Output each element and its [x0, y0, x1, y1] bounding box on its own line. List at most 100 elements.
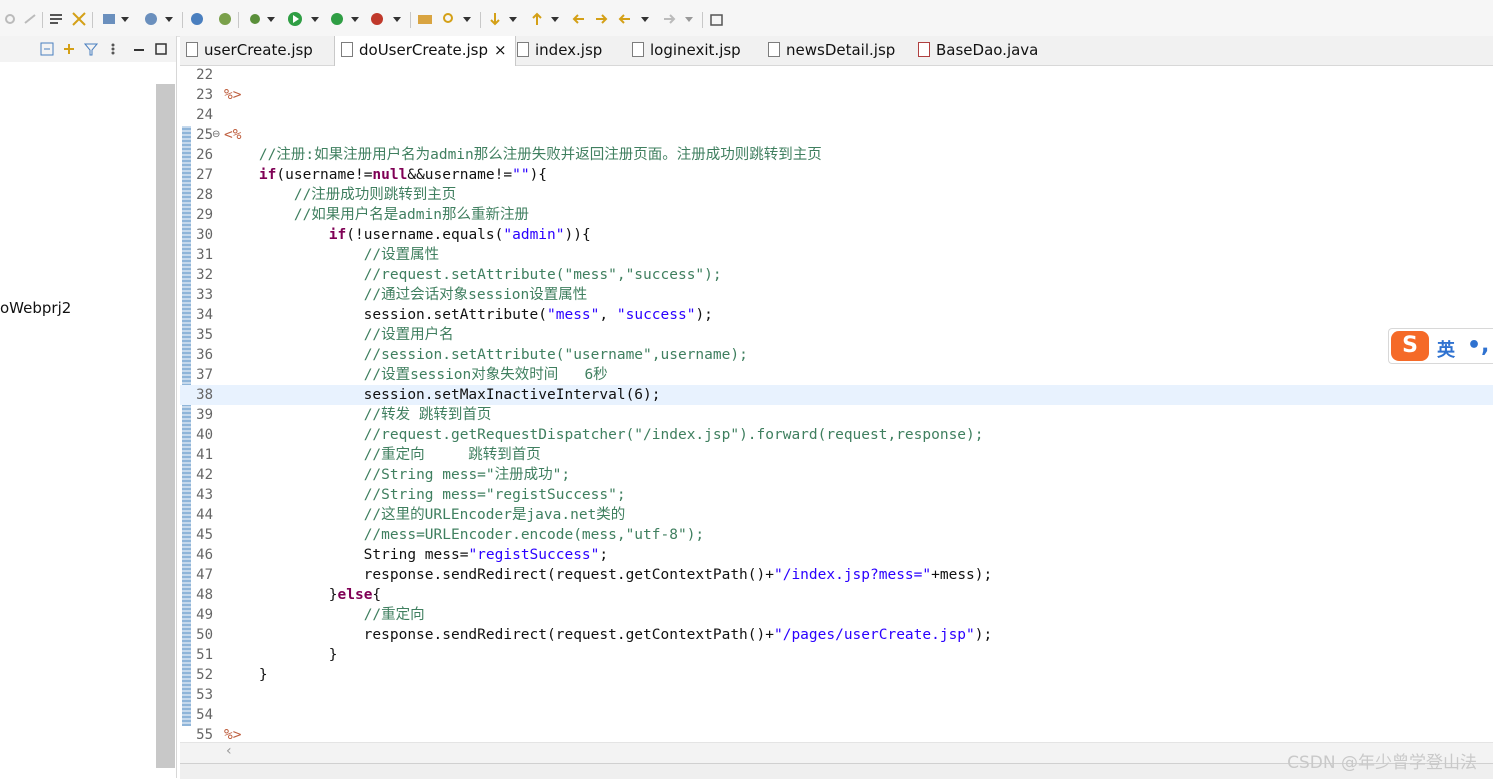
tab-basedao[interactable]: BaseDao.java: [918, 36, 1038, 65]
forward-icon[interactable]: [22, 10, 40, 28]
dropdown-icon[interactable]: [684, 10, 702, 28]
code-text: //mess=URLEncoder.encode(mess,"utf-8");: [224, 525, 704, 545]
code-line[interactable]: 50 response.sendRedirect(request.getCont…: [180, 625, 1493, 645]
external-tools-icon[interactable]: [368, 10, 386, 28]
code-line[interactable]: 27 if(username!=null&&username!=""){: [180, 165, 1493, 185]
code-editor[interactable]: 22 23 %> 24 25 ⊖ <% 26 //注册:如果注册用户名为admin那么注册失败…: [180, 65, 1493, 743]
link-editor-icon[interactable]: [62, 41, 76, 60]
tab-usercreate[interactable]: userCreate.jsp: [186, 36, 313, 65]
back-arrow-icon[interactable]: [616, 10, 634, 28]
code-line[interactable]: 31 //设置属性: [180, 245, 1493, 265]
dropdown-icon[interactable]: [550, 10, 568, 28]
code-line[interactable]: 35 //设置用户名: [180, 325, 1493, 345]
code-line[interactable]: 53: [180, 685, 1493, 705]
back-icon[interactable]: [2, 10, 20, 28]
next-annotation-icon[interactable]: [486, 10, 504, 28]
code-line[interactable]: 25 ⊖ <%: [180, 125, 1493, 145]
debug-icon[interactable]: [246, 10, 264, 28]
line-number: 44: [196, 507, 213, 523]
line-number: 22: [196, 67, 213, 83]
toggle-icon[interactable]: [70, 10, 88, 28]
scroll-left-icon[interactable]: ‹: [226, 743, 232, 759]
code-line[interactable]: 22: [180, 65, 1493, 85]
ime-language-toggle[interactable]: 英: [1437, 336, 1455, 362]
code-line[interactable]: 43 //String mess="registSuccess";: [180, 485, 1493, 505]
open-type-icon[interactable]: [416, 10, 434, 28]
code-line[interactable]: 44 //这里的URLEncoder是java.net类的: [180, 505, 1493, 525]
user-icon[interactable]: [216, 10, 234, 28]
code-line[interactable]: 38 session.setMaxInactiveInterval(6);: [180, 385, 1493, 405]
code-line[interactable]: 48 }else{: [180, 585, 1493, 605]
line-number: 27: [196, 167, 213, 183]
dropdown-icon[interactable]: [640, 10, 658, 28]
tab-index[interactable]: index.jsp: [517, 36, 602, 65]
code-line[interactable]: 30 if(!username.equals("admin")){: [180, 225, 1493, 245]
code-token: (!username.equals(: [346, 227, 504, 243]
code-line[interactable]: 23 %>: [180, 85, 1493, 105]
code-line[interactable]: 37 //设置session对象失效时间 6秒: [180, 365, 1493, 385]
code-line[interactable]: 52 }: [180, 665, 1493, 685]
panel-scrollbar[interactable]: [156, 84, 175, 768]
tab-newsdetail[interactable]: newsDetail.jsp: [768, 36, 895, 65]
view-menu-icon[interactable]: [110, 41, 116, 60]
code-line[interactable]: 46 String mess="registSuccess";: [180, 545, 1493, 565]
server-icon[interactable]: [100, 10, 118, 28]
tab-dousercreate[interactable]: doUserCreate.jsp ×: [334, 36, 516, 66]
code-line[interactable]: 47 response.sendRedirect(request.getCont…: [180, 565, 1493, 585]
pin-editor-icon[interactable]: [708, 10, 726, 28]
dropdown-icon[interactable]: [508, 10, 526, 28]
main-toolbar: [0, 0, 1493, 37]
run-icon[interactable]: [286, 10, 304, 28]
code-line[interactable]: 26 //注册:如果注册用户名为admin那么注册失败并返回注册页面。注册成功则…: [180, 145, 1493, 165]
close-icon[interactable]: ×: [494, 41, 507, 59]
code-line[interactable]: 40 //request.getRequestDispatcher("/inde…: [180, 425, 1493, 445]
code-line[interactable]: 49 //重定向: [180, 605, 1493, 625]
minimize-icon[interactable]: [132, 41, 146, 60]
line-number: 34: [196, 307, 213, 323]
last-edit-icon[interactable]: [570, 10, 588, 28]
code-line[interactable]: 39 //转发 跳转到首页: [180, 405, 1493, 425]
code-token: //request.getRequestDispatcher("/index.j…: [363, 427, 984, 443]
code-line[interactable]: 29 //如果用户名是admin那么重新注册: [180, 205, 1493, 225]
code-line[interactable]: 28 //注册成功则跳转到主页: [180, 185, 1493, 205]
code-line[interactable]: 42 //String mess="注册成功";: [180, 465, 1493, 485]
dropdown-icon[interactable]: [266, 10, 284, 28]
code-line[interactable]: 24: [180, 105, 1493, 125]
dropdown-icon[interactable]: [164, 10, 182, 28]
code-line[interactable]: 45 //mess=URLEncoder.encode(mess,"utf-8"…: [180, 525, 1493, 545]
next-edit-icon[interactable]: [592, 10, 610, 28]
code-line[interactable]: 41 //重定向 跳转到首页: [180, 445, 1493, 465]
tab-loginexit[interactable]: loginexit.jsp: [632, 36, 741, 65]
code-line[interactable]: 36 //session.setAttribute("username",use…: [180, 345, 1493, 365]
previous-annotation-icon[interactable]: [528, 10, 546, 28]
dropdown-icon[interactable]: [462, 10, 480, 28]
dropdown-icon[interactable]: [120, 10, 138, 28]
fold-toggle-icon[interactable]: ⊖: [212, 130, 222, 140]
forward-arrow-icon[interactable]: [660, 10, 678, 28]
code-line[interactable]: 34 session.setAttribute("mess", "success…: [180, 305, 1493, 325]
search-icon[interactable]: [440, 10, 458, 28]
ime-punctuation-toggle[interactable]: •,: [1467, 333, 1489, 358]
code-line[interactable]: 32 //request.setAttribute("mess","succes…: [180, 265, 1493, 285]
collapse-all-icon[interactable]: [40, 41, 54, 60]
code-line[interactable]: 54: [180, 705, 1493, 725]
ime-toolbar[interactable]: S 英 •,: [1388, 328, 1493, 364]
filter-icon[interactable]: [83, 41, 99, 60]
code-line[interactable]: 51 }: [180, 645, 1493, 665]
code-text: response.sendRedirect(request.getContext…: [224, 565, 993, 585]
code-text: //设置session对象失效时间 6秒: [224, 365, 608, 385]
maximize-icon[interactable]: [154, 41, 168, 60]
code-line[interactable]: 33 //通过会话对象session设置属性: [180, 285, 1493, 305]
globe-icon[interactable]: [188, 10, 206, 28]
code-token: //重定向: [363, 607, 425, 623]
code-text: <%: [224, 125, 241, 145]
project-tree-item[interactable]: oWebprj2: [0, 299, 71, 317]
dropdown-icon[interactable]: [310, 10, 328, 28]
run-config-icon[interactable]: [328, 10, 346, 28]
dropdown-icon[interactable]: [350, 10, 368, 28]
settings-icon[interactable]: [142, 10, 160, 28]
dropdown-icon[interactable]: [392, 10, 410, 28]
format-icon[interactable]: [48, 10, 66, 28]
